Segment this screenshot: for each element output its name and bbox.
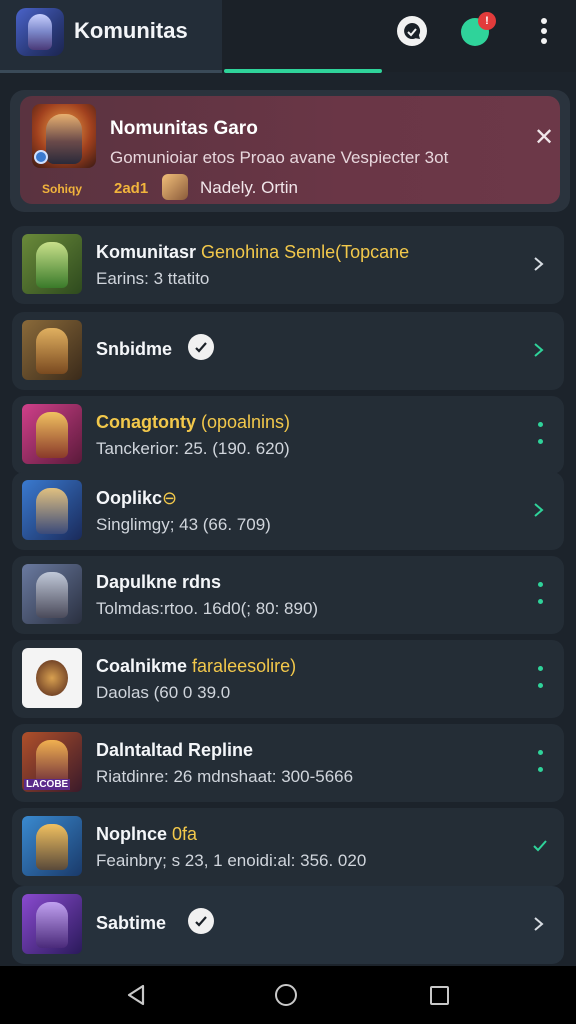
platform-icon bbox=[34, 150, 48, 164]
chevron-right-icon[interactable] bbox=[532, 340, 546, 360]
list-item[interactable]: Coalnikme faraleesolire) Daolas (60 0 39… bbox=[12, 640, 564, 718]
item-subtitle: Singlimgy; 43 (66. 709) bbox=[96, 515, 271, 534]
list-item[interactable]: Komunitasr Genohina Semle(Topcane Earins… bbox=[12, 226, 564, 304]
more-vertical-icon[interactable] bbox=[536, 750, 544, 772]
list-item[interactable]: LACOBE Dalntaltad Repline Riatdinre: 26 … bbox=[12, 724, 564, 802]
list-item[interactable]: Snbidme bbox=[12, 312, 564, 390]
top-bar: Komunitas ! bbox=[0, 0, 576, 73]
item-subtitle: Riatdinre: 26 mdnshaat: 300-5666 bbox=[96, 767, 354, 786]
chevron-right-icon[interactable] bbox=[532, 254, 546, 274]
item-title: Dalntaltad Repline bbox=[96, 740, 254, 760]
item-subtitle: Earins: 3 ttatito bbox=[96, 269, 210, 288]
featured-year: 2ad1 bbox=[114, 180, 149, 197]
featured-title: Nomunitas Garo bbox=[110, 118, 258, 139]
more-vertical-icon[interactable] bbox=[536, 422, 544, 444]
item-thumbnail bbox=[22, 320, 82, 380]
tab-indicator bbox=[224, 69, 382, 73]
home-icon[interactable] bbox=[275, 984, 297, 1006]
list-item[interactable]: Ooplikc⊖ Singlimgy; 43 (66. 709) bbox=[12, 472, 564, 550]
thumbnail-caption: LACOBE bbox=[24, 779, 71, 790]
featured-thumbnail bbox=[32, 104, 96, 168]
item-title-highlight: (opoalnins) bbox=[201, 412, 291, 432]
item-title-highlight: Genohina Semle(Topcane bbox=[201, 242, 410, 262]
verified-icon bbox=[188, 908, 214, 934]
chat-icon[interactable] bbox=[397, 16, 427, 46]
item-title-highlight: 0fa bbox=[172, 824, 198, 844]
featured-author: Nadely. Ortin bbox=[200, 178, 298, 197]
item-subtitle: Tolmdas:rtoo. 16d0(; 80: 890) bbox=[96, 599, 319, 618]
item-subtitle: Daolas (60 0 39.0 bbox=[96, 683, 231, 702]
list-item[interactable]: Dapulkne rdns Tolmdas:rtoo. 16d0(; 80: 8… bbox=[12, 556, 564, 634]
featured-card-body: Sohiqy Nomunitas Garo Gomunioiar etos Pr… bbox=[20, 96, 560, 204]
item-thumbnail bbox=[22, 404, 82, 464]
item-thumbnail bbox=[22, 816, 82, 876]
list-item[interactable]: Noplnce 0fa Feainbry; s 23, 1 enoidi:al:… bbox=[12, 808, 564, 886]
item-title: Komunitasr Genohina Semle(Topcane bbox=[96, 242, 410, 262]
app-logo bbox=[16, 8, 64, 56]
item-subtitle: Feainbry; s 23, 1 enoidi:al: 356. 020 bbox=[96, 851, 367, 870]
item-title-highlight: faraleesolire) bbox=[192, 656, 297, 676]
chevron-right-icon[interactable] bbox=[532, 914, 546, 934]
close-icon[interactable]: ✕ bbox=[532, 126, 556, 150]
item-title: Snbidme bbox=[96, 339, 173, 359]
page-title: Komunitas bbox=[74, 18, 188, 43]
item-subtitle: Tanckerior: 25. (190. 620) bbox=[96, 439, 290, 458]
list-item[interactable]: Sabtime bbox=[12, 886, 564, 964]
back-icon[interactable] bbox=[124, 983, 148, 1007]
item-thumbnail bbox=[22, 234, 82, 294]
item-thumbnail: LACOBE bbox=[22, 732, 82, 792]
more-vertical-icon[interactable] bbox=[536, 582, 544, 604]
item-thumbnail bbox=[22, 648, 82, 708]
featured-tag: Sohiqy bbox=[42, 182, 83, 196]
more-vertical-icon[interactable] bbox=[536, 666, 544, 688]
more-menu-icon[interactable] bbox=[532, 16, 556, 46]
item-title: Noplnce 0fa bbox=[96, 824, 198, 844]
item-title: Dapulkne rdns bbox=[96, 572, 222, 592]
item-thumbnail bbox=[22, 564, 82, 624]
check-icon[interactable] bbox=[532, 836, 548, 854]
featured-subtitle: Gomunioiar etos Proao avane Vespiecter 3… bbox=[110, 148, 449, 167]
author-avatar bbox=[162, 174, 188, 200]
item-title: Coalnikme faraleesolire) bbox=[96, 656, 297, 676]
verified-icon bbox=[188, 334, 214, 360]
chevron-right-icon[interactable] bbox=[532, 500, 546, 520]
recent-apps-icon[interactable] bbox=[430, 986, 449, 1005]
list-item[interactable]: Conagtonty (opoalnins) Tanckerior: 25. (… bbox=[12, 396, 564, 474]
item-thumbnail bbox=[22, 894, 82, 954]
item-title: Sabtime bbox=[96, 913, 167, 933]
item-title-highlight: ⊖ bbox=[162, 488, 178, 508]
item-title: Conagtonty (opoalnins) bbox=[96, 412, 291, 432]
item-title: Ooplikc⊖ bbox=[96, 488, 178, 508]
tab-divider bbox=[0, 70, 222, 73]
notification-badge: ! bbox=[478, 12, 496, 30]
featured-card[interactable]: Sohiqy Nomunitas Garo Gomunioiar etos Pr… bbox=[10, 90, 570, 212]
item-thumbnail bbox=[22, 480, 82, 540]
